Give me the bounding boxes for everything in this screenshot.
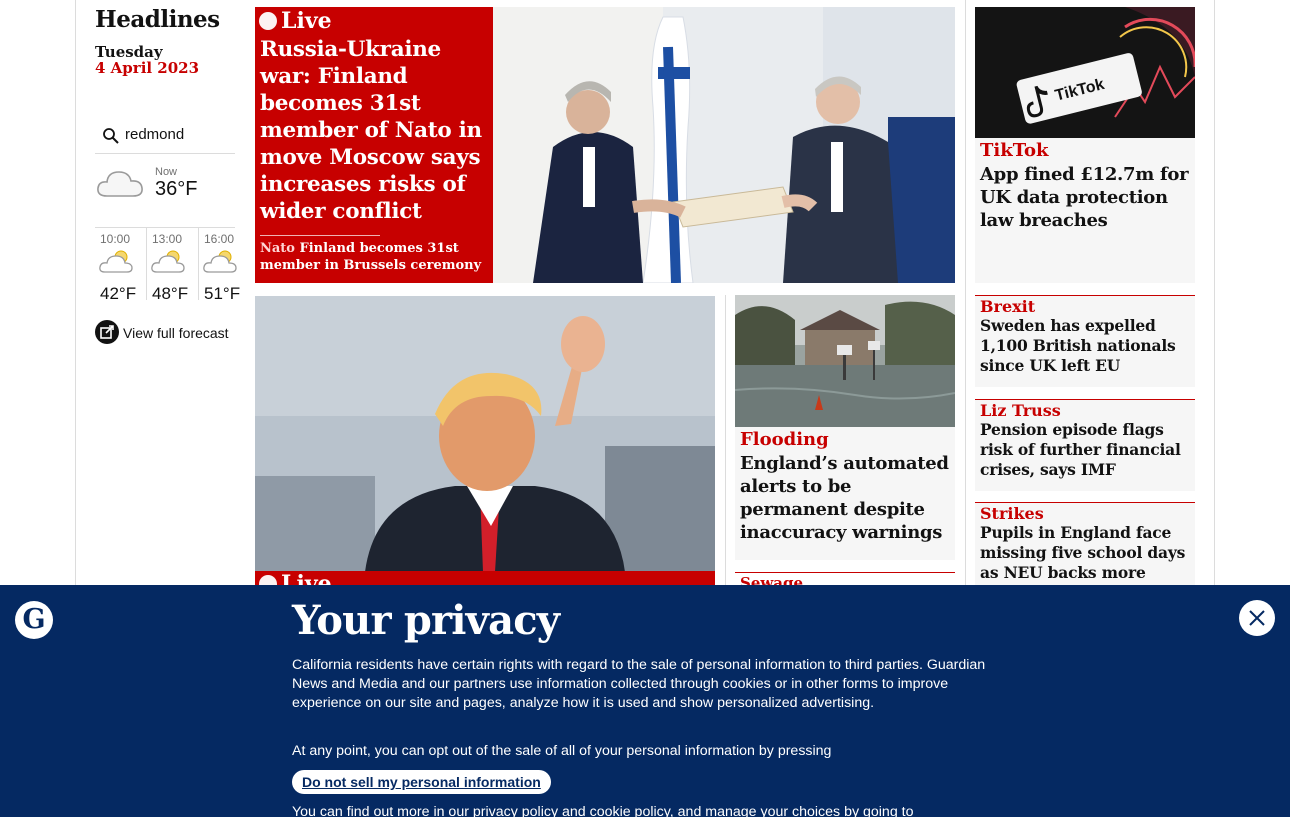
headlines-title: Headlines <box>95 6 220 33</box>
brexit-kicker: Brexit <box>980 297 1036 316</box>
forecast-temperature: 42°F <box>100 284 137 303</box>
strikes-kicker: Strikes <box>980 504 1044 523</box>
flooding-headline[interactable]: England’s automated alerts to be permane… <box>740 452 952 544</box>
forecast-time: 10:00 <box>100 232 131 246</box>
view-full-forecast-label: View full forecast <box>123 325 229 341</box>
brexit-headline[interactable]: Sweden has expelled 1,100 British nation… <box>980 316 1192 376</box>
weather-now: Now 36°F <box>95 160 235 228</box>
privacy-banner: G Your privacy California residents have… <box>0 585 1290 817</box>
tiktok-kicker: TikTok <box>980 140 1049 161</box>
divider <box>735 572 955 573</box>
guardian-logo-icon: G <box>15 601 53 639</box>
live-badge: Live <box>259 571 332 586</box>
strikes-story-card[interactable]: Strikes Pupils in England face missing f… <box>975 502 1195 602</box>
forecast-item: 16:00 51°F <box>199 230 241 306</box>
sun-cloud-icon <box>203 250 237 273</box>
live-dot-icon <box>259 12 277 30</box>
trump-photo <box>255 296 715 572</box>
now-label: Now <box>155 166 178 178</box>
brexit-story-card[interactable]: Brexit Sweden has expelled 1,100 British… <box>975 295 1195 387</box>
liz-truss-headline[interactable]: Pension episode flags risk of further fi… <box>980 420 1192 480</box>
cookie-policy-link[interactable]: cookie policy <box>590 804 670 817</box>
divider <box>260 235 380 236</box>
tiktok-headline[interactable]: App fined £12.7m for UK data protection … <box>980 163 1192 232</box>
sun-cloud-icon <box>151 250 185 273</box>
live-badge: Live <box>259 8 332 34</box>
privacy-title: Your privacy <box>292 597 560 644</box>
forecast-time: 16:00 <box>204 232 235 246</box>
forecast-time: 13:00 <box>152 232 183 246</box>
trump-story-card[interactable]: Live <box>255 296 715 586</box>
privacy-paragraph: At any point, you can opt out of the sal… <box>292 743 832 759</box>
flooding-story-card[interactable]: Flooding England’s automated alerts to b… <box>735 295 955 560</box>
privacy-paragraph: California residents have certain rights… <box>292 657 986 711</box>
forecast-item: 10:00 42°F <box>95 230 145 306</box>
privacy-paragraph: You can find out more in our privacy pol… <box>292 803 1012 817</box>
finland-nato-photo <box>493 7 955 283</box>
do-not-sell-button[interactable]: Do not sell my personal information <box>292 770 551 794</box>
close-button[interactable] <box>1239 600 1275 636</box>
forecast-temperature: 51°F <box>204 284 241 303</box>
flooding-kicker: Flooding <box>740 429 829 450</box>
close-icon <box>1249 610 1265 626</box>
main-story-headline[interactable]: Russia-Ukraine war: Finland becomes 31st… <box>260 36 488 225</box>
main-story-card[interactable]: Live Russia-Ukraine war: Finland becomes… <box>255 7 955 283</box>
forecast-temperature: 48°F <box>152 284 189 303</box>
liz-truss-story-card[interactable]: Liz Truss Pension episode flags risk of … <box>975 399 1195 491</box>
flooding-photo <box>735 295 955 427</box>
weather-location-input[interactable]: redmond <box>125 126 184 143</box>
privacy-policy-link[interactable]: privacy policy <box>473 804 558 817</box>
search-icon <box>103 128 119 144</box>
headlines-date: 4 April 2023 <box>95 59 200 77</box>
sun-cloud-icon <box>99 250 133 273</box>
tiktok-story-card[interactable]: TikTok TikTok App fined £12.7m for UK da… <box>975 7 1195 283</box>
external-link-icon <box>95 320 119 344</box>
cloud-icon <box>97 171 143 197</box>
now-temperature: 36°F <box>155 178 198 200</box>
tiktok-photo: TikTok <box>975 7 1195 138</box>
weather-location-search[interactable]: redmond <box>95 120 235 154</box>
forecast-item: 13:00 48°F <box>147 230 197 306</box>
trump-live-bar: Live <box>255 571 715 586</box>
liz-truss-kicker: Liz Truss <box>980 401 1061 420</box>
main-story-sublink[interactable]: Nato Finland becomes 31st member in Brus… <box>260 240 490 274</box>
sublink-kicker: Nato <box>260 241 295 256</box>
